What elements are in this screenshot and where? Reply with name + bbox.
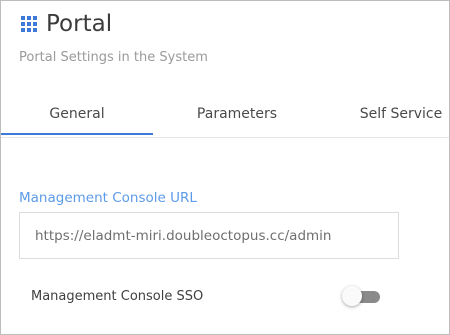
active-tab-indicator: [1, 133, 153, 135]
management-console-sso-label: Management Console SSO: [31, 289, 204, 304]
portal-settings-window: Portal Portal Settings in the System Gen…: [0, 0, 450, 335]
management-console-url-label: Management Console URL: [19, 190, 197, 206]
tab-bar: General Parameters Self Service: [1, 93, 449, 138]
page-subtitle: Portal Settings in the System: [19, 50, 208, 65]
toggle-knob: [342, 286, 362, 306]
tab-parameters[interactable]: Parameters: [161, 93, 313, 135]
grid-icon: [21, 16, 37, 32]
page-title: Portal: [46, 11, 113, 37]
management-console-sso-toggle[interactable]: [342, 286, 382, 308]
management-console-url-field-container: [19, 212, 399, 259]
tab-general[interactable]: General: [1, 93, 153, 135]
tab-self-service[interactable]: Self Service: [331, 93, 449, 135]
page-header: Portal: [21, 8, 112, 40]
management-console-url-input[interactable]: [35, 213, 398, 258]
